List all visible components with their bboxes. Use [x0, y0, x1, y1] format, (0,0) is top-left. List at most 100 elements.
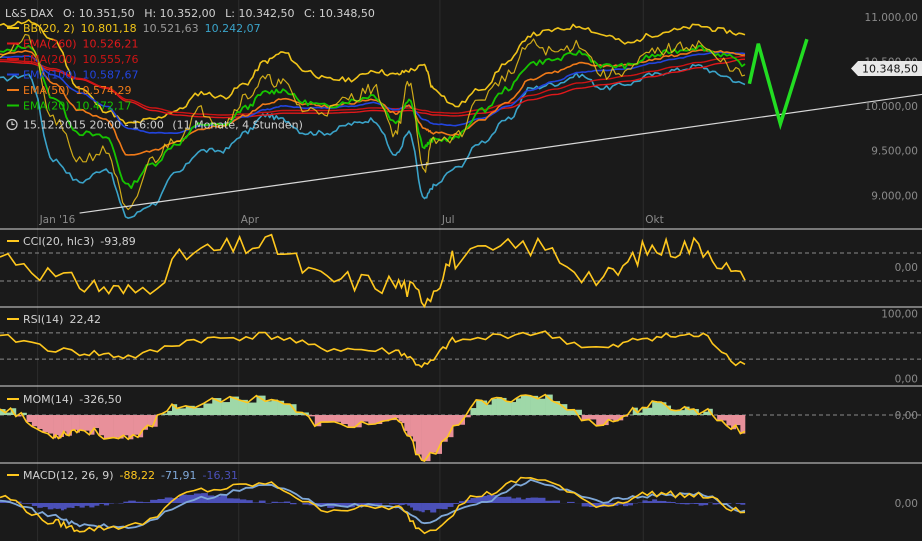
- macd-histogram-bar: [31, 503, 38, 506]
- range-dates: 15.12.2015 20:00 - 16:00: [23, 119, 164, 132]
- macd-histogram-bar: [128, 500, 136, 503]
- macd-histogram-bar: [55, 503, 59, 509]
- indicator-title: CCI(20, hlc3) -93,89: [23, 235, 136, 248]
- mom-area-bar: [398, 415, 402, 422]
- mom-area-bar: [203, 403, 213, 415]
- macd-histogram-bar: [520, 499, 527, 503]
- macd-histogram-bar: [404, 503, 408, 505]
- y-tick-label: 10.000,00: [865, 101, 918, 113]
- macd-histogram-bar: [157, 498, 165, 503]
- mom-area-bar: [123, 415, 129, 436]
- macd-histogram-bar: [421, 503, 425, 513]
- mom-area-bar: [656, 401, 662, 415]
- mom-area-bar: [66, 415, 70, 435]
- mom-area-bar: [652, 400, 658, 415]
- mom-area-bar: [410, 415, 414, 437]
- macd-histogram-bar: [37, 503, 43, 508]
- macd-histogram-bar: [123, 501, 129, 503]
- macd-histogram-bar: [21, 503, 27, 504]
- macd-histogram-bar: [47, 503, 54, 510]
- mom-area-bar: [401, 415, 405, 424]
- mom-area-bar: [525, 394, 531, 415]
- legend-value: 10.526,21: [83, 38, 139, 51]
- x-tick-label: Okt: [645, 214, 663, 226]
- macd-histogram-bar: [271, 501, 278, 503]
- mom-area-bar: [55, 415, 59, 435]
- mom-area-bar: [63, 415, 67, 432]
- mom-area-bar: [176, 408, 186, 415]
- macd-histogram-bar: [63, 503, 67, 510]
- mom-area-bar: [283, 403, 291, 415]
- legend-label: EMA(20) 10.472,17: [23, 100, 132, 113]
- mom-area-bar: [347, 415, 355, 428]
- legend-name: EMA(50): [23, 84, 70, 97]
- macd-histogram-bar: [545, 500, 553, 503]
- macd-histogram-bar: [258, 500, 266, 503]
- macd-histogram-bar: [627, 503, 633, 506]
- macd-histogram-bar: [395, 503, 399, 505]
- macd-histogram-bar: [581, 503, 590, 507]
- mom-area-bar: [221, 402, 231, 415]
- mom-area-bar: [506, 401, 512, 415]
- mom-area-bar: [721, 415, 727, 421]
- mom-area-bar: [407, 415, 411, 436]
- indicator-title: MOM(14) -326,50: [23, 393, 122, 406]
- mom-area-bar: [340, 415, 349, 425]
- macd-histogram-bar: [103, 503, 110, 506]
- legend-name: EMA(100): [23, 69, 77, 82]
- y-tick-label: 100,00: [881, 308, 918, 320]
- indicator-value: -16,31: [202, 469, 237, 482]
- x-tick-label: Jan '16: [39, 214, 76, 226]
- mom-area-bar: [476, 399, 483, 415]
- macd-histogram-bar: [239, 499, 247, 503]
- macd-histogram-bar: [142, 502, 151, 503]
- macd-histogram-bar: [652, 499, 658, 503]
- macd-histogram-bar: [246, 500, 253, 503]
- macd-histogram-bar: [79, 503, 85, 508]
- mom-area-bar: [71, 415, 75, 431]
- macd-histogram-bar: [496, 496, 502, 503]
- legend-value: 10.574,29: [76, 84, 132, 97]
- mom-area-bar: [103, 415, 110, 439]
- macd-histogram-bar: [61, 503, 64, 511]
- symbol-label: L&S DAX: [5, 7, 54, 20]
- mom-area-bar: [537, 398, 546, 415]
- macd-histogram-bar: [412, 503, 417, 511]
- legend-value: 10.521,63: [143, 22, 199, 35]
- macd-histogram-bar: [68, 503, 72, 508]
- legend-name: BB(20, 2): [23, 22, 75, 35]
- price-tag-value: 10.348,50: [862, 63, 918, 76]
- macd-histogram-bar: [666, 501, 672, 503]
- legend-row: EMA(260) 10.526,21: [7, 38, 139, 51]
- mom-area-bar: [42, 415, 49, 433]
- mom-area-bar: [113, 415, 119, 438]
- macd-histogram-bar: [53, 503, 57, 509]
- macd-histogram-bar: [42, 503, 49, 508]
- macd-histogram-bar: [506, 496, 512, 503]
- indicator-value: -326,50: [79, 393, 121, 406]
- macd-histogram-bar: [642, 500, 648, 503]
- mom-area-bar: [735, 415, 741, 426]
- macd-histogram-bar: [277, 502, 285, 503]
- macd-histogram-bar: [26, 503, 33, 504]
- macd-histogram-bar: [388, 503, 397, 505]
- mom-area-bar: [47, 415, 54, 434]
- mom-area-bar: [515, 398, 522, 415]
- mom-area-bar: [247, 402, 257, 415]
- macd-histogram-bar: [470, 498, 477, 503]
- macd-histogram-bar: [693, 503, 699, 504]
- macd-histogram-bar: [84, 503, 90, 506]
- macd-histogram-bar: [689, 503, 695, 504]
- macd-histogram-bar: [447, 503, 454, 507]
- mom-area-bar: [520, 395, 527, 415]
- mom-area-bar: [703, 411, 709, 415]
- close-value: C: 10.348,50: [304, 7, 375, 20]
- x-tick-label: Jul: [441, 214, 455, 226]
- mom-area-bar: [361, 415, 369, 422]
- mom-area-bar: [689, 409, 695, 415]
- macd-histogram-bar: [740, 503, 746, 505]
- indicator-value: -71,91: [161, 469, 196, 482]
- mom-area-bar: [470, 408, 477, 415]
- macd-histogram-bar: [515, 497, 522, 503]
- macd-histogram-bar: [410, 503, 414, 508]
